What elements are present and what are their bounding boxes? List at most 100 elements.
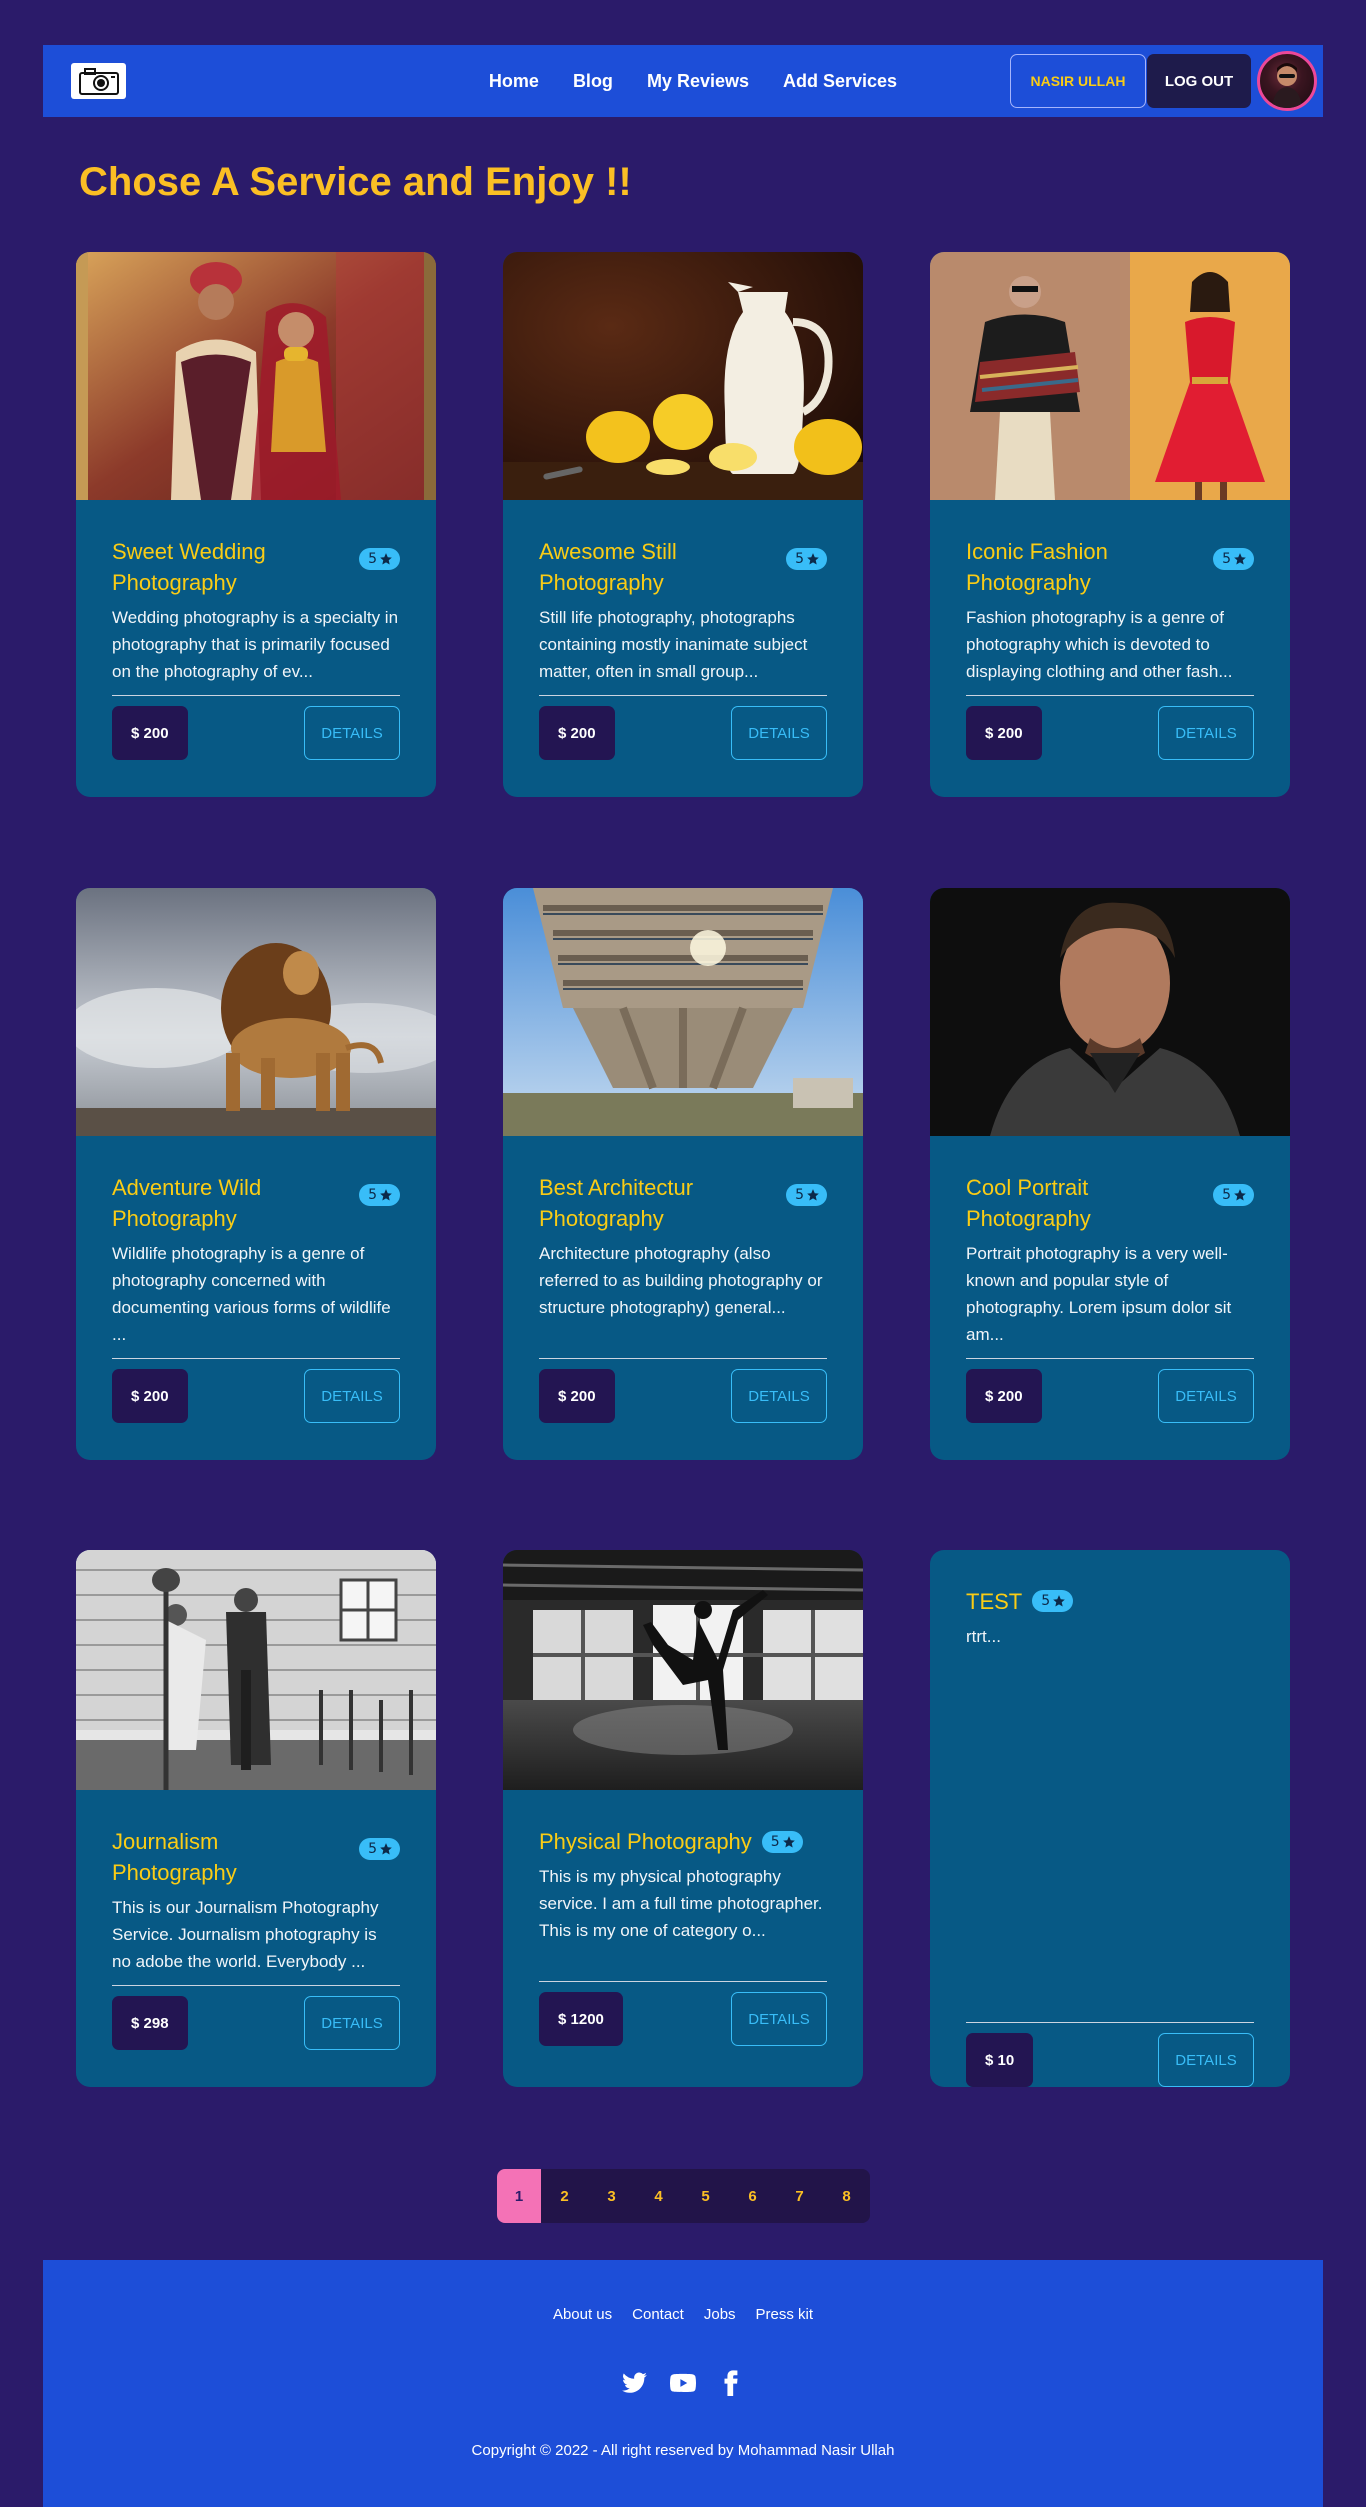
page-8-button[interactable]: 8 [823,2169,870,2223]
still-life-photo-image [503,252,863,500]
page-4-button[interactable]: 4 [635,2169,682,2223]
price-badge: $ 200 [539,706,615,760]
logout-button[interactable]: LOG OUT [1147,54,1251,108]
user-name-button[interactable]: NASIR ULLAH [1010,54,1146,108]
rating-value: 5 [1041,1593,1051,1609]
service-title: Sweet Wedding Photography [112,539,266,595]
facebook-icon[interactable] [718,2370,744,2396]
details-button[interactable]: DETAILS [304,706,400,760]
details-button[interactable]: DETAILS [1158,1369,1254,1423]
fashion-photo-image [930,252,1290,500]
card-divider [966,695,1254,696]
card-divider [539,695,827,696]
page-3-button[interactable]: 3 [588,2169,635,2223]
building-photo-image [503,888,863,1136]
service-description: Portrait photography is a very well-know… [966,1244,1232,1344]
service-card: Journalism Photography 5 This is our Jou… [76,1550,436,2087]
nav-blog-link[interactable]: Blog [556,71,630,92]
service-card: Iconic Fashion Photography 5 Fashion pho… [930,252,1290,797]
service-title: Physical Photography [539,1829,752,1854]
price-badge: $ 200 [112,1369,188,1423]
star-icon [380,1189,392,1201]
page-6-button[interactable]: 6 [729,2169,776,2223]
footer-about-link[interactable]: About us [553,2306,612,2323]
price-badge: $ 298 [112,1996,188,2050]
card-divider [539,1981,827,1982]
journalism-photo-image [76,1550,436,1790]
card-divider [112,1985,400,1986]
service-title: Best Architectur Photography [539,1175,694,1231]
page-2-button[interactable]: 2 [541,2169,588,2223]
star-icon [380,553,392,565]
star-icon [1234,1189,1246,1201]
page-5-button[interactable]: 5 [682,2169,729,2223]
rating-value: 5 [770,1834,780,1850]
service-title: Iconic Fashion Photography [966,539,1108,595]
details-button[interactable]: DETAILS [304,1996,400,2050]
star-icon [380,1843,392,1855]
service-description: This is our Journalism Photography Servi… [112,1898,379,1971]
price-badge: $ 1200 [539,1992,623,2046]
details-button[interactable]: DETAILS [731,706,827,760]
nav-home-link[interactable]: Home [472,71,556,92]
nav-my-reviews-link[interactable]: My Reviews [630,71,766,92]
price-badge: $ 200 [966,706,1042,760]
service-description: Wildlife photography is a genre of photo… [112,1244,391,1344]
rating-badge: 5 [761,1831,803,1853]
rating-badge: 5 [786,548,827,570]
card-divider [112,1358,400,1359]
nav-user-area: NASIR ULLAH LOG OUT [1010,51,1317,111]
service-title: Awesome Still Photography [539,539,677,595]
page-7-button[interactable]: 7 [776,2169,823,2223]
price-badge: $ 200 [539,1369,615,1423]
price-badge: $ 200 [112,706,188,760]
footer-contact-link[interactable]: Contact [632,2306,684,2323]
price-badge: $ 10 [966,2033,1034,2087]
service-description: Wedding photography is a specialty in ph… [112,608,399,681]
details-button[interactable]: DETAILS [731,1992,827,2046]
service-card: Physical Photography 5 This is my physic… [503,1550,863,2087]
service-card: Awesome Still Photography 5 Still life p… [503,252,863,797]
details-button[interactable]: DETAILS [1158,2033,1254,2087]
lion-photo-image [76,888,436,1136]
card-divider [966,1358,1254,1359]
footer-links: About us Contact Jobs Press kit [43,2306,1323,2323]
portrait-photo-image [930,888,1290,1136]
pagination: 1 2 3 4 5 6 7 8 [497,2169,870,2223]
details-button[interactable]: DETAILS [1158,706,1254,760]
card-divider [112,695,400,696]
youtube-icon[interactable] [670,2370,696,2396]
navbar: Home Blog My Reviews Add Services NASIR … [43,45,1323,117]
service-description: Still life photography, photographs cont… [539,608,808,681]
star-icon [782,1836,795,1848]
service-description: This is my physical photography service.… [539,1867,823,1940]
nav-add-services-link[interactable]: Add Services [766,71,914,92]
footer-press-kit-link[interactable]: Press kit [756,2306,814,2323]
rating-value: 5 [368,1187,377,1203]
star-icon [807,1189,819,1201]
rating-badge: 5 [1213,548,1254,570]
service-card: TEST 5 rtrt... $ 10 DETAILS [930,1550,1290,2087]
rating-value: 5 [1222,551,1231,567]
page-1-button[interactable]: 1 [497,2169,541,2223]
social-icons [43,2370,1323,2396]
service-description: rtrt... [966,1627,1001,1646]
service-title: Journalism Photography [112,1829,237,1885]
rating-value: 5 [795,1187,804,1203]
service-title: Cool Portrait Photography [966,1175,1091,1231]
twitter-icon[interactable] [622,2370,648,2396]
service-card: Sweet Wedding Photography 5 Wedding phot… [76,252,436,797]
service-title: Adventure Wild Photography [112,1175,262,1231]
star-icon [807,553,819,565]
page-title: Chose A Service and Enjoy !! [79,160,632,204]
rating-badge: 5 [359,548,400,570]
rating-value: 5 [795,551,804,567]
details-button[interactable]: DETAILS [731,1369,827,1423]
rating-value: 5 [368,551,377,567]
rating-badge: 5 [359,1184,400,1206]
rating-badge: 5 [786,1184,827,1206]
avatar[interactable] [1257,51,1317,111]
footer-jobs-link[interactable]: Jobs [704,2306,736,2323]
service-description: Fashion photography is a genre of photog… [966,608,1233,681]
details-button[interactable]: DETAILS [304,1369,400,1423]
